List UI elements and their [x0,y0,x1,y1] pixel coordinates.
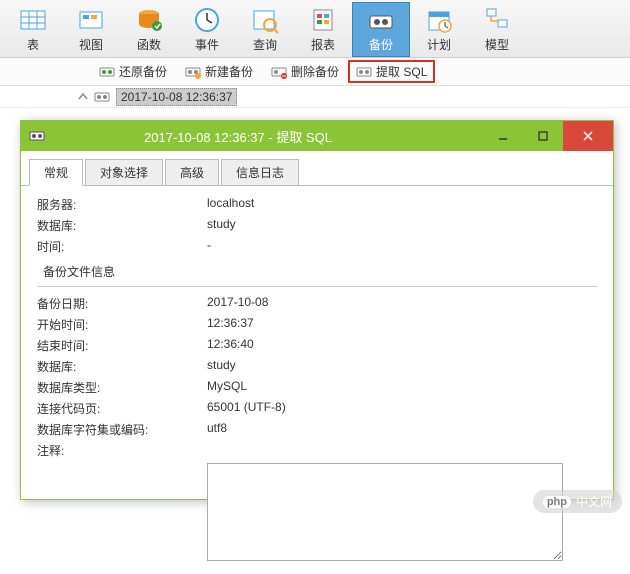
watermark: php 中文网 [533,490,622,513]
close-button[interactable] [563,121,613,151]
chevron-up-icon[interactable] [78,92,88,102]
sub-toolbar: 还原备份 新建备份 删除备份 提取 SQL [0,58,630,86]
minimize-button[interactable] [483,121,523,151]
button-label: 删除备份 [291,63,339,80]
toolbar-item-schedule[interactable]: 计划 [410,2,468,57]
start-time-value: 12:36:37 [207,316,597,333]
tab-general[interactable]: 常规 [29,159,83,186]
schedule-icon [425,6,453,34]
toolbar-label: 函数 [137,36,161,53]
divider [37,286,597,287]
backup-info-title: 备份文件信息 [43,263,597,280]
button-label: 新建备份 [205,63,253,80]
backup-item-icon [94,90,110,104]
close-icon [582,130,594,142]
table-icon [19,6,47,34]
query-icon [251,6,279,34]
toolbar-item-table[interactable]: 表 [4,2,62,57]
event-icon [193,6,221,34]
comment-textarea[interactable] [207,463,563,561]
new-icon [185,65,201,79]
charset-value: utf8 [207,421,597,438]
toolbar-label: 事件 [195,36,219,53]
tree-item-selected[interactable]: 2017-10-08 12:36:37 [116,88,237,106]
button-label: 还原备份 [119,63,167,80]
toolbar-label: 备份 [369,36,393,53]
maximize-button[interactable] [523,121,563,151]
toolbar-label: 报表 [311,36,335,53]
dialog-body: 服务器: localhost 数据库: study 时间: - 备份文件信息 备… [21,186,613,574]
toolbar-item-function[interactable]: 函数 [120,2,178,57]
minimize-icon [498,131,508,141]
toolbar-item-backup[interactable]: 备份 [352,2,410,57]
database-label: 数据库: [37,217,207,234]
toolbar-item-report[interactable]: 报表 [294,2,352,57]
new-backup-button[interactable]: 新建备份 [176,59,262,84]
dialog-tabs: 常规 对象选择 高级 信息日志 [21,151,613,186]
restore-icon [99,65,115,79]
db-label: 数据库: [37,358,207,375]
end-time-value: 12:36:40 [207,337,597,354]
function-icon [135,6,163,34]
dbtype-value: MySQL [207,379,597,396]
toolbar-label: 表 [27,36,39,53]
extract-sql-dialog: 2017-10-08 12:36:37 - 提取 SQL 常规 对象选择 高级 … [20,120,614,500]
backup-icon [367,6,395,34]
toolbar-item-view[interactable]: 视图 [62,2,120,57]
codepage-label: 连接代码页: [37,400,207,417]
main-toolbar: 表 视图 函数 事件 查询 报表 备份 [0,0,630,58]
toolbar-label: 查询 [253,36,277,53]
dialog-icon [29,128,45,144]
server-value: localhost [207,196,597,213]
tree-row: 2017-10-08 12:36:37 [0,86,630,108]
watermark-text: 中文网 [576,493,612,510]
extract-sql-button[interactable]: 提取 SQL [348,60,435,83]
dialog-title: 2017-10-08 12:36:37 - 提取 SQL [53,127,483,146]
tab-object-select[interactable]: 对象选择 [85,159,163,186]
model-icon [483,6,511,34]
dialog-titlebar[interactable]: 2017-10-08 12:36:37 - 提取 SQL [21,121,613,151]
delete-backup-button[interactable]: 删除备份 [262,59,348,84]
comment-label: 注释: [37,442,207,459]
extract-icon [356,65,372,79]
db-value: study [207,358,597,375]
start-time-label: 开始时间: [37,316,207,333]
database-value: study [207,217,597,234]
toolbar-label: 视图 [79,36,103,53]
toolbar-item-event[interactable]: 事件 [178,2,236,57]
tab-log[interactable]: 信息日志 [221,159,299,186]
time-label: 时间: [37,238,207,255]
toolbar-item-query[interactable]: 查询 [236,2,294,57]
end-time-label: 结束时间: [37,337,207,354]
watermark-badge: php [543,496,571,508]
maximize-icon [538,131,548,141]
toolbar-label: 计划 [427,36,451,53]
tab-advanced[interactable]: 高级 [165,159,219,186]
window-controls [483,121,613,151]
codepage-value: 65001 (UTF-8) [207,400,597,417]
backup-date-label: 备份日期: [37,295,207,312]
report-icon [309,6,337,34]
dbtype-label: 数据库类型: [37,379,207,396]
backup-date-value: 2017-10-08 [207,295,597,312]
button-label: 提取 SQL [376,63,427,80]
charset-label: 数据库字符集或编码: [37,421,207,438]
server-label: 服务器: [37,196,207,213]
view-icon [77,6,105,34]
toolbar-label: 模型 [485,36,509,53]
restore-backup-button[interactable]: 还原备份 [90,59,176,84]
delete-icon [271,65,287,79]
toolbar-item-model[interactable]: 模型 [468,2,526,57]
time-value: - [207,238,597,255]
